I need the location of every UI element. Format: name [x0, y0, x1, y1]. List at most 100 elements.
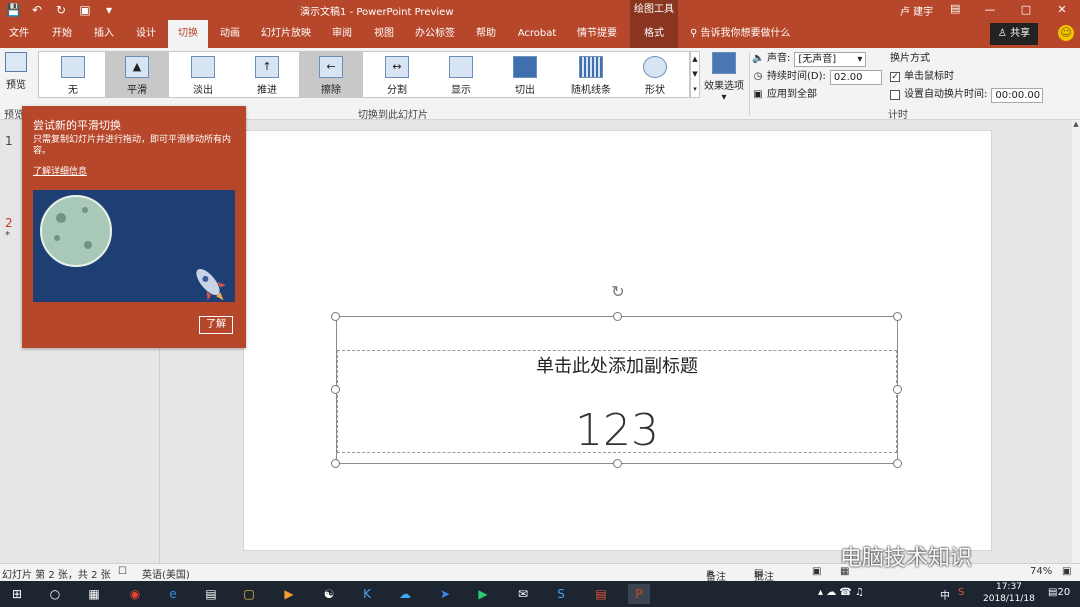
- watermark: 电脑技术知识: [840, 546, 973, 571]
- powerpoint-icon[interactable]: P: [628, 584, 650, 604]
- spellcheck-icon[interactable]: ☐: [118, 566, 127, 577]
- resize-handle[interactable]: [331, 385, 340, 394]
- transition-shape[interactable]: 形状: [623, 52, 687, 97]
- resize-handle[interactable]: [613, 312, 622, 321]
- effect-options-icon: [712, 52, 736, 74]
- slide-number-1[interactable]: 1: [5, 134, 13, 148]
- slide-number-2[interactable]: 2: [5, 216, 13, 230]
- mail-icon[interactable]: ✉: [512, 584, 534, 604]
- tab-office-tab[interactable]: 办公标签: [410, 20, 460, 48]
- tab-view[interactable]: 视图: [366, 20, 402, 48]
- undo-icon[interactable]: ↶: [30, 2, 44, 18]
- vertical-scrollbar[interactable]: ▲: [1072, 120, 1080, 563]
- tab-help[interactable]: 帮助: [468, 20, 504, 48]
- transition-wipe[interactable]: ← 擦除: [299, 52, 363, 97]
- tab-storyboarding[interactable]: 情节提要: [570, 20, 624, 48]
- transition-push[interactable]: ↑ 推进: [235, 52, 299, 97]
- fit-to-window-icon[interactable]: ▣: [1062, 566, 1071, 577]
- tray-icons[interactable]: ▴ ☁ ☎ ♫: [818, 587, 864, 598]
- moon-rocket-illustration: [40, 195, 227, 301]
- resize-handle[interactable]: [893, 459, 902, 468]
- sound-icon: 🔈: [752, 53, 765, 64]
- close-icon[interactable]: ✕: [1044, 0, 1080, 20]
- k-app-icon[interactable]: K: [356, 584, 378, 604]
- edge-icon[interactable]: e: [162, 584, 184, 604]
- on-click-checkbox-row[interactable]: ✓ 单击鼠标时: [890, 68, 1050, 86]
- sogou-icon[interactable]: S: [958, 587, 964, 598]
- minimize-icon[interactable]: —: [972, 0, 1008, 20]
- preview-button[interactable]: 预览: [2, 52, 30, 98]
- cloud-app-icon[interactable]: ☁: [394, 584, 416, 604]
- duration-field[interactable]: 02.00: [829, 69, 882, 85]
- tab-transitions[interactable]: 切换: [168, 20, 208, 48]
- tab-slide-show[interactable]: 幻灯片放映: [256, 20, 316, 48]
- store-icon[interactable]: ▤: [200, 584, 222, 604]
- after-time-checkbox[interactable]: [890, 90, 900, 100]
- zoom-level[interactable]: 74%: [1030, 566, 1052, 577]
- maximize-icon[interactable]: □: [1008, 0, 1044, 20]
- play-app-icon[interactable]: ▶: [472, 584, 494, 604]
- gallery-scroll[interactable]: ▲ ▼ ▾: [690, 51, 700, 98]
- cortana-search-icon[interactable]: ○: [44, 584, 66, 604]
- transition-reveal[interactable]: 显示: [429, 52, 493, 97]
- normal-view-icon[interactable]: ▣: [812, 566, 821, 577]
- save-icon[interactable]: 💾: [6, 2, 21, 18]
- after-time-checkbox-row[interactable]: 设置自动换片时间: 00:00.00: [890, 86, 1050, 104]
- start-from-beginning-icon[interactable]: ▣: [78, 2, 92, 18]
- subtitle-text[interactable]: 单击此处添加副标题: [336, 352, 898, 378]
- transition-cut[interactable]: 切出: [493, 52, 557, 97]
- feedback-smiley-icon[interactable]: ☺: [1058, 25, 1074, 41]
- tab-home[interactable]: 开始: [44, 20, 80, 48]
- rotate-handle-icon[interactable]: ↻: [608, 282, 628, 302]
- baidu-netdisk-icon[interactable]: ☯: [318, 584, 340, 604]
- ribbon-display-options-icon[interactable]: ▤: [950, 2, 960, 15]
- notification-center-icon[interactable]: ▤20: [1048, 587, 1070, 598]
- tab-file[interactable]: 文件: [2, 20, 36, 48]
- windows-start-icon[interactable]: ⊞: [6, 584, 28, 604]
- slide-number-text[interactable]: 123: [336, 405, 898, 456]
- on-click-checkbox[interactable]: ✓: [890, 72, 900, 82]
- slide-transition-marker: *: [5, 230, 10, 241]
- office-icon[interactable]: ▤: [590, 584, 612, 604]
- resize-handle[interactable]: [331, 312, 340, 321]
- window-controls: — □ ✕: [972, 0, 1080, 20]
- transition-fade[interactable]: 淡出: [171, 52, 235, 97]
- task-view-icon[interactable]: ▦: [83, 584, 105, 604]
- transition-morph[interactable]: ▲ 平滑: [105, 52, 169, 97]
- transition-none[interactable]: 无: [41, 52, 105, 97]
- user-name[interactable]: 卢 建宇: [900, 3, 933, 18]
- chrome-icon[interactable]: ◉: [124, 584, 146, 604]
- transition-random-bars[interactable]: 随机线条: [559, 52, 623, 97]
- ime-indicator[interactable]: 中: [940, 587, 950, 602]
- transition-split[interactable]: ↔ 分割: [365, 52, 429, 97]
- advance-slide-group: 换片方式 ✓ 单击鼠标时 设置自动换片时间: 00:00.00: [890, 50, 1050, 104]
- tab-acrobat[interactable]: Acrobat: [512, 20, 562, 48]
- tab-review[interactable]: 审阅: [324, 20, 360, 48]
- effect-options-button[interactable]: 效果选项 ▾: [703, 52, 745, 103]
- arrow-app-icon[interactable]: ➤: [434, 584, 456, 604]
- media-player-icon[interactable]: ▶: [278, 584, 300, 604]
- after-time-field[interactable]: 00:00.00: [991, 87, 1044, 103]
- resize-handle[interactable]: [613, 459, 622, 468]
- customize-qat-icon[interactable]: ▾: [102, 2, 116, 18]
- tab-insert[interactable]: 插入: [86, 20, 122, 48]
- redo-icon[interactable]: ↻: [54, 2, 68, 18]
- resize-handle[interactable]: [893, 312, 902, 321]
- file-explorer-icon[interactable]: ▢: [238, 584, 260, 604]
- tab-animations[interactable]: 动画: [212, 20, 248, 48]
- learn-more-link[interactable]: 了解详细信息: [33, 164, 87, 177]
- resize-handle[interactable]: [331, 459, 340, 468]
- system-clock[interactable]: 17:37 2018/11/18: [983, 581, 1035, 605]
- sound-select[interactable]: [无声音] ▾: [794, 51, 867, 67]
- apply-to-all-button[interactable]: ▣ 应用到全部: [752, 86, 886, 104]
- popup-illustration: [33, 190, 235, 302]
- language-indicator[interactable]: 英语(美国): [142, 566, 190, 581]
- got-it-button[interactable]: 了解: [199, 316, 233, 334]
- skype-icon[interactable]: S: [550, 584, 572, 604]
- tab-design[interactable]: 设计: [128, 20, 164, 48]
- resize-handle[interactable]: [893, 385, 902, 394]
- timing-group: 🔈 声音: [无声音] ▾ ◷ 持续时间(D): 02.00 ▣ 应用到全部: [752, 50, 886, 104]
- share-button[interactable]: ♙ 共享: [990, 23, 1038, 45]
- tab-format[interactable]: 格式: [630, 20, 678, 48]
- tell-me-search[interactable]: ⚲ 告诉我你想要做什么: [690, 20, 791, 48]
